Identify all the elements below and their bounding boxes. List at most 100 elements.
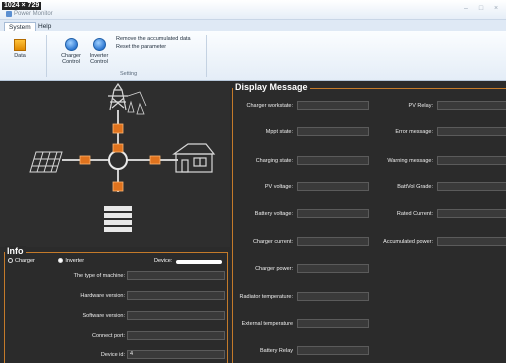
display-message-title: Display Message xyxy=(233,82,310,92)
charger-control-button[interactable]: Charger Control xyxy=(58,38,84,65)
battery-voltage-row: Battery voltage: xyxy=(233,209,373,219)
charging-state-field[interactable] xyxy=(297,156,369,165)
inverter-control-icon xyxy=(92,38,106,51)
battery-relay-field[interactable] xyxy=(297,346,369,355)
device-slider[interactable] xyxy=(176,260,222,264)
info-title: Info xyxy=(5,246,26,256)
warning-message-row: Warning message: xyxy=(373,156,506,166)
pv-voltage-row: PV voltage: xyxy=(233,182,373,192)
ribbon-separator xyxy=(206,35,207,77)
tab-help[interactable]: Help xyxy=(34,22,55,31)
reset-parameter-button[interactable]: Reset the parameter xyxy=(116,43,191,51)
tab-system[interactable]: System xyxy=(4,22,36,31)
info-label: The type of machine: xyxy=(73,273,125,279)
rated-current-row: Rated Current: xyxy=(373,209,506,219)
data-button-label: Data xyxy=(14,53,26,59)
house-icon xyxy=(172,143,216,173)
hardware-version-field[interactable] xyxy=(127,291,225,300)
system-diagram xyxy=(0,82,230,247)
pv-relay-row: PV Relay: xyxy=(373,101,506,111)
software-version-field[interactable] xyxy=(127,311,225,320)
external-temperature-field[interactable] xyxy=(297,319,369,328)
maximize-button[interactable]: □ xyxy=(475,4,487,14)
field-label: External temperature xyxy=(241,321,293,327)
machine-type-field[interactable] xyxy=(127,271,225,280)
close-button[interactable]: × xyxy=(490,4,502,14)
window-title: Power Monitor xyxy=(14,11,53,17)
info-row-software-version: Software version: xyxy=(5,311,229,323)
error-message-row: Error message: xyxy=(373,127,506,137)
inverter-radio[interactable]: Inverter xyxy=(58,258,84,264)
accumulated-power-row: Accumulated power: xyxy=(373,237,506,247)
rated-current-field[interactable] xyxy=(437,209,506,218)
ribbon: Data Charger Control Inverter Control Re… xyxy=(0,31,506,81)
charger-radio[interactable]: Charger xyxy=(8,258,35,264)
charger-workstate-field[interactable] xyxy=(297,101,369,110)
inverter-control-button[interactable]: Inverter Control xyxy=(86,38,112,65)
pv-voltage-field[interactable] xyxy=(297,182,369,191)
device-label: Device: xyxy=(154,258,173,264)
info-row-hardware-version: Hardware version: xyxy=(5,291,229,303)
window-controls: – □ × xyxy=(460,4,502,14)
hub-icon xyxy=(108,150,128,170)
charger-control-label: Charger Control xyxy=(61,53,81,65)
pv-relay-field[interactable] xyxy=(437,101,506,110)
field-label: BattVol Grade: xyxy=(397,184,433,190)
warning-message-field[interactable] xyxy=(437,156,506,165)
field-label: Battery voltage: xyxy=(254,211,293,217)
info-label: Hardware version: xyxy=(80,293,125,299)
battery-voltage-field[interactable] xyxy=(297,209,369,218)
pv-node-icon xyxy=(79,155,91,165)
battvol-grade-row: BattVol Grade: xyxy=(373,182,506,192)
field-label: Charger power: xyxy=(255,266,293,272)
diagram-svg xyxy=(29,82,216,232)
load-node-icon xyxy=(149,155,161,165)
ribbon-links: Remove the accumulated data Reset the pa… xyxy=(116,35,191,51)
accumulated-power-field[interactable] xyxy=(437,237,506,246)
remove-accumulated-data-button[interactable]: Remove the accumulated data xyxy=(116,35,191,43)
info-row-connect-port: Connect port: xyxy=(5,331,229,343)
solar-panel-icon xyxy=(29,151,63,173)
error-message-field[interactable] xyxy=(437,127,506,136)
device-id-field[interactable]: 4 xyxy=(127,350,225,359)
grid-node-icon xyxy=(112,143,124,153)
charger-current-field[interactable] xyxy=(297,237,369,246)
setting-group-label: Setting xyxy=(120,71,138,77)
ribbon-tabs: System Help xyxy=(0,20,506,31)
charger-power-row: Charger power: xyxy=(233,264,373,274)
info-label: Connect port: xyxy=(91,333,125,339)
field-label: Charging state: xyxy=(255,158,293,164)
field-label: Rated Current: xyxy=(396,211,433,217)
radiator-temperature-row: Radiator temperature: xyxy=(233,292,373,302)
field-label: Accumulated power: xyxy=(383,239,433,245)
resolution-badge: 1024 × 729 xyxy=(2,2,42,10)
field-label: Warning message: xyxy=(387,158,433,164)
info-panel: Info Charger Inverter Device: The type o… xyxy=(4,246,229,363)
inverter-radio-label: Inverter xyxy=(65,258,85,264)
info-label: Software version: xyxy=(82,313,126,319)
mppt-state-field[interactable] xyxy=(297,127,369,136)
radio-icon xyxy=(8,258,13,264)
data-button[interactable]: Data xyxy=(8,39,32,59)
display-message-panel: Display Message Charger workstate: Mppt … xyxy=(232,82,506,363)
battery-icon xyxy=(104,206,132,232)
radiator-temperature-field[interactable] xyxy=(297,292,369,301)
info-row-machine-type: The type of machine: xyxy=(5,271,229,283)
charger-power-field[interactable] xyxy=(297,264,369,273)
charging-state-row: Charging state: xyxy=(233,156,373,166)
radio-icon xyxy=(58,258,64,264)
grid-tower-icon xyxy=(108,82,147,115)
battvol-grade-field[interactable] xyxy=(437,182,506,191)
charger-control-icon xyxy=(64,38,78,51)
battery-node-icon xyxy=(112,181,124,192)
field-label: PV Relay: xyxy=(408,103,433,109)
field-label: Charger current: xyxy=(252,239,293,245)
battery-relay-row: Battery Relay xyxy=(233,346,373,356)
info-row-device-id: Device id: 4 xyxy=(5,350,229,362)
field-label: Mppt state: xyxy=(265,129,293,135)
connect-port-field[interactable] xyxy=(127,331,225,340)
mppt-state-row: Mppt state: xyxy=(233,127,373,137)
grid-node-icon xyxy=(112,123,124,134)
minimize-button[interactable]: – xyxy=(460,4,472,14)
charger-radio-label: Charger xyxy=(15,258,35,264)
